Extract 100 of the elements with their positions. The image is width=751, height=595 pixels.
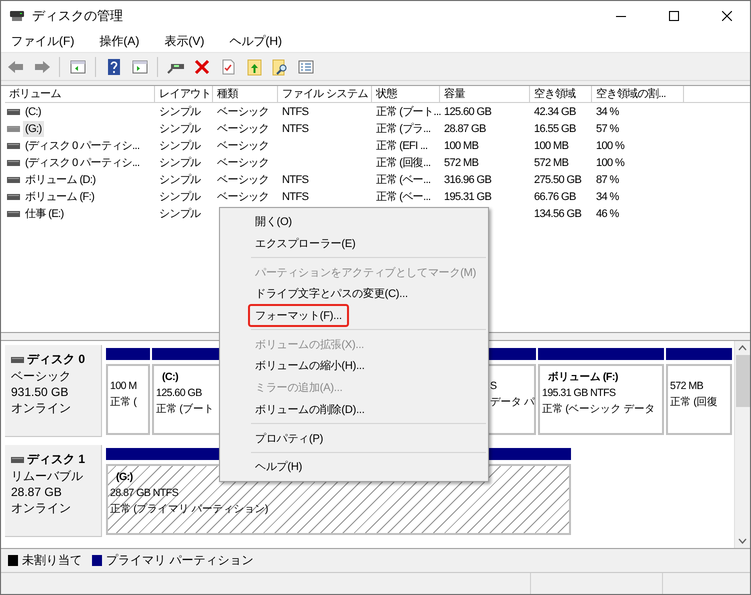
table-cell-text: 57 % <box>595 122 619 136</box>
table-cell-text: ベーシック <box>216 172 270 188</box>
table-cell-text: 正常 (ベー... <box>375 190 430 204</box>
disk-info: 28.87 GB <box>11 485 63 500</box>
column-header[interactable]: ファイル システム <box>278 86 372 103</box>
scrollbar[interactable] <box>734 341 750 548</box>
table-cell-text: ベーシック <box>216 138 270 154</box>
table-cell-text: 16.55 GB <box>533 122 576 136</box>
partition-info: 正常 ( <box>110 395 136 410</box>
volume-name[interactable]: 仕事 (E:) <box>23 206 66 222</box>
partition-info: 572 MB <box>670 379 704 394</box>
table-cell-text: ベーシック <box>216 190 270 204</box>
partition-info: 正常 (回復 <box>670 395 718 410</box>
partition-info: 100 M <box>110 379 137 394</box>
drive-icon <box>11 456 24 464</box>
menu-option[interactable]: エクスプローラー(E) <box>248 232 362 256</box>
table-cell-text: シンプル <box>158 172 201 188</box>
table-cell-text: 28.87 GB <box>443 122 486 136</box>
partition-info: 正常 (プライマリ パーティション) <box>110 502 268 517</box>
drive-icon <box>7 108 20 116</box>
table-cell-text: 正常 (ベー... <box>375 172 430 188</box>
menu-item[interactable]: ファイル(F) <box>4 32 82 50</box>
partition-info: 28.87 GB NTFS <box>110 486 178 501</box>
table-cell-text: NTFS <box>281 104 308 120</box>
table-cell-text: 正常 (EFI ... <box>375 138 428 154</box>
scrollbar-thumb[interactable] <box>736 355 750 407</box>
column-header[interactable]: 状態 <box>372 86 440 103</box>
partition-info: 正常 (ブート <box>156 402 214 417</box>
table-cell-text: 100 MB <box>443 138 478 154</box>
partition-box[interactable]: 100 M 正常 ( <box>106 364 150 435</box>
menu-option[interactable]: ドライブ文字とパスの変更(C)... <box>248 282 415 306</box>
partition-box[interactable]: ボリューム (F:) 195.31 GB NTFS 正常 (ベーシック データ <box>538 364 664 435</box>
partition-bar <box>666 348 732 360</box>
table-cell-text: 46 % <box>595 206 619 222</box>
partition-info: 195.31 GB NTFS <box>542 386 616 401</box>
volume-name[interactable]: (ディスク 0 パーティシ... <box>23 154 142 170</box>
partition-title: ボリューム (F:) <box>547 370 618 385</box>
volume-name[interactable]: (G:) <box>23 120 44 136</box>
table-cell-text: 正常 (ブート... <box>375 104 441 120</box>
table-cell-text: 34 % <box>595 190 619 204</box>
table-cell-text: 100 % <box>595 156 624 170</box>
table-cell-text: 572 MB <box>443 156 478 170</box>
disk-info: オンライン <box>11 501 72 516</box>
menu-item[interactable]: ヘルプ(H) <box>222 32 289 50</box>
partition-title: (G:) <box>115 470 133 485</box>
table-cell-text: シンプル <box>158 190 201 204</box>
column-header[interactable]: 容量 <box>440 86 530 103</box>
drive-icon <box>11 356 24 364</box>
drive-icon <box>7 192 20 200</box>
table-cell-text: 34 % <box>595 104 619 120</box>
table-cell-text: 125.60 GB <box>443 104 492 120</box>
partition-box[interactable]: 572 MB 正常 (回復 <box>666 364 732 435</box>
menu-option[interactable]: フォーマット(F)... <box>248 304 349 328</box>
partition-info: 正常 (ベーシック データ <box>542 402 655 417</box>
table-cell-text: シンプル <box>158 206 201 222</box>
partition-bar <box>486 348 536 360</box>
menu-item[interactable]: 操作(A) <box>92 32 146 50</box>
table-cell-text: シンプル <box>158 104 201 120</box>
menu-option[interactable]: ボリュームの縮小(H)... <box>248 354 372 378</box>
volume-name[interactable]: (C:) <box>23 104 43 120</box>
window-title: ディスクの管理 <box>32 6 124 24</box>
table-cell-text: シンプル <box>158 122 201 136</box>
volume-name[interactable]: (ディスク 0 パーティシ... <box>23 138 142 154</box>
table-cell-text: ベーシック <box>216 104 270 120</box>
disk-info: リムーバブル <box>11 469 84 484</box>
drive-icon <box>7 124 20 132</box>
table-cell-text: シンプル <box>158 138 201 154</box>
table-cell-text: ベーシック <box>216 156 270 170</box>
drive-icon <box>7 176 20 184</box>
volume-name[interactable]: ボリューム (F:) <box>23 188 96 204</box>
table-cell-text: ベーシック <box>216 122 270 136</box>
disk-management-icon <box>9 8 25 22</box>
table-cell-text: NTFS <box>281 172 308 188</box>
menu-option[interactable]: プロパティ(P) <box>248 426 330 450</box>
table-cell-text: 134.56 GB <box>533 206 582 222</box>
table-cell-text: 正常 (回復... <box>375 156 430 170</box>
disk-info: ベーシック <box>11 369 72 384</box>
partition-info: データ パ <box>490 395 534 410</box>
table-cell-text: 572 MB <box>533 156 568 170</box>
column-header[interactable]: 空き領域 <box>530 86 592 103</box>
table-cell-text: 正常 (プラ... <box>375 122 430 136</box>
partition-title: (C:) <box>161 370 178 385</box>
legend-label: プライマリ パーティション <box>106 552 254 569</box>
column-header[interactable]: ボリューム <box>5 86 155 103</box>
column-header[interactable]: レイアウト <box>155 86 213 103</box>
table-cell-text: 275.50 GB <box>533 172 582 188</box>
table-cell-text: 195.31 GB <box>443 190 492 204</box>
partition-box[interactable]: S データ パ <box>486 364 536 435</box>
maximize-icon <box>669 10 679 20</box>
column-header[interactable]: 空き領域の割... <box>592 86 684 103</box>
table-cell-text: NTFS <box>281 190 308 204</box>
menu-option[interactable]: 開く(O) <box>248 210 299 234</box>
table-cell-text: 87 % <box>595 172 619 188</box>
disk-info: 931.50 GB <box>11 385 70 400</box>
menu-item[interactable]: 表示(V) <box>157 32 212 50</box>
drive-icon <box>7 158 20 166</box>
menu-option[interactable]: ボリュームの削除(D)... <box>248 398 372 421</box>
column-header[interactable]: 種類 <box>213 86 278 103</box>
volume-name[interactable]: ボリューム (D:) <box>23 172 98 188</box>
table-cell-text: NTFS <box>281 122 308 136</box>
